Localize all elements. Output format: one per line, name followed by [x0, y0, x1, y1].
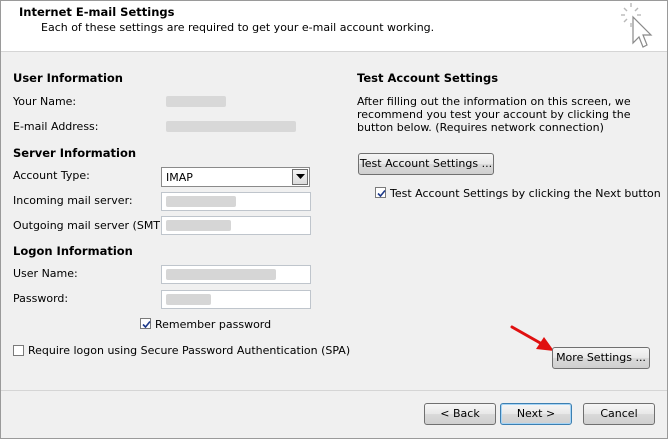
- user-name-label: User Name:: [13, 267, 78, 280]
- cancel-button[interactable]: Cancel: [583, 403, 655, 425]
- spa-label: Require logon using Secure Password Auth…: [28, 344, 351, 357]
- back-button[interactable]: < Back: [424, 403, 496, 425]
- remember-password-label: Remember password: [155, 318, 272, 331]
- account-type-value: IMAP: [166, 171, 193, 184]
- your-name-field[interactable]: [161, 92, 311, 111]
- more-settings-button[interactable]: More Settings ...: [552, 347, 650, 369]
- test-account-heading: Test Account Settings: [357, 71, 499, 85]
- spa-checkbox[interactable]: [13, 345, 24, 356]
- user-information-heading: User Information: [13, 71, 123, 85]
- outgoing-server-field[interactable]: [161, 216, 311, 235]
- server-information-heading: Server Information: [13, 146, 137, 160]
- checkmark-icon: [142, 320, 151, 329]
- footer-divider: [1, 390, 667, 391]
- your-name-label: Your Name:: [13, 95, 77, 108]
- redacted-text: [166, 96, 226, 107]
- page-subtitle: Each of these settings are required to g…: [41, 21, 435, 34]
- checkmark-icon: [377, 189, 386, 198]
- remember-password-checkbox[interactable]: [140, 318, 151, 329]
- redacted-text: [166, 269, 276, 280]
- test-account-description: After filling out the information on thi…: [357, 95, 631, 134]
- email-address-field[interactable]: [161, 117, 311, 136]
- logon-information-heading: Logon Information: [13, 244, 133, 258]
- page-title: Internet E-mail Settings: [19, 5, 175, 19]
- account-type-select[interactable]: IMAP: [161, 167, 310, 187]
- test-on-next-checkbox[interactable]: [375, 187, 386, 198]
- red-arrow-icon: [510, 325, 554, 351]
- redacted-text: [166, 220, 231, 231]
- account-type-label: Account Type:: [13, 169, 90, 182]
- test-account-settings-button[interactable]: Test Account Settings ...: [358, 153, 494, 175]
- wizard-header: Internet E-mail Settings Each of these s…: [1, 1, 667, 52]
- incoming-server-field[interactable]: [161, 192, 311, 211]
- redacted-text: [166, 294, 211, 305]
- redacted-text: [166, 121, 296, 132]
- test-on-next-label: Test Account Settings by clicking the Ne…: [390, 187, 661, 200]
- password-field[interactable]: [161, 290, 311, 309]
- incoming-server-label: Incoming mail server:: [13, 194, 133, 207]
- user-name-field[interactable]: [161, 265, 311, 284]
- email-address-label: E-mail Address:: [13, 120, 99, 133]
- next-button[interactable]: Next >: [500, 403, 572, 425]
- outgoing-server-label: Outgoing mail server (SMTP):: [13, 219, 175, 232]
- dropdown-arrow-icon[interactable]: [292, 169, 308, 185]
- redacted-text: [166, 196, 236, 207]
- password-label: Password:: [13, 292, 69, 305]
- wizard-cursor-icon: [621, 3, 653, 48]
